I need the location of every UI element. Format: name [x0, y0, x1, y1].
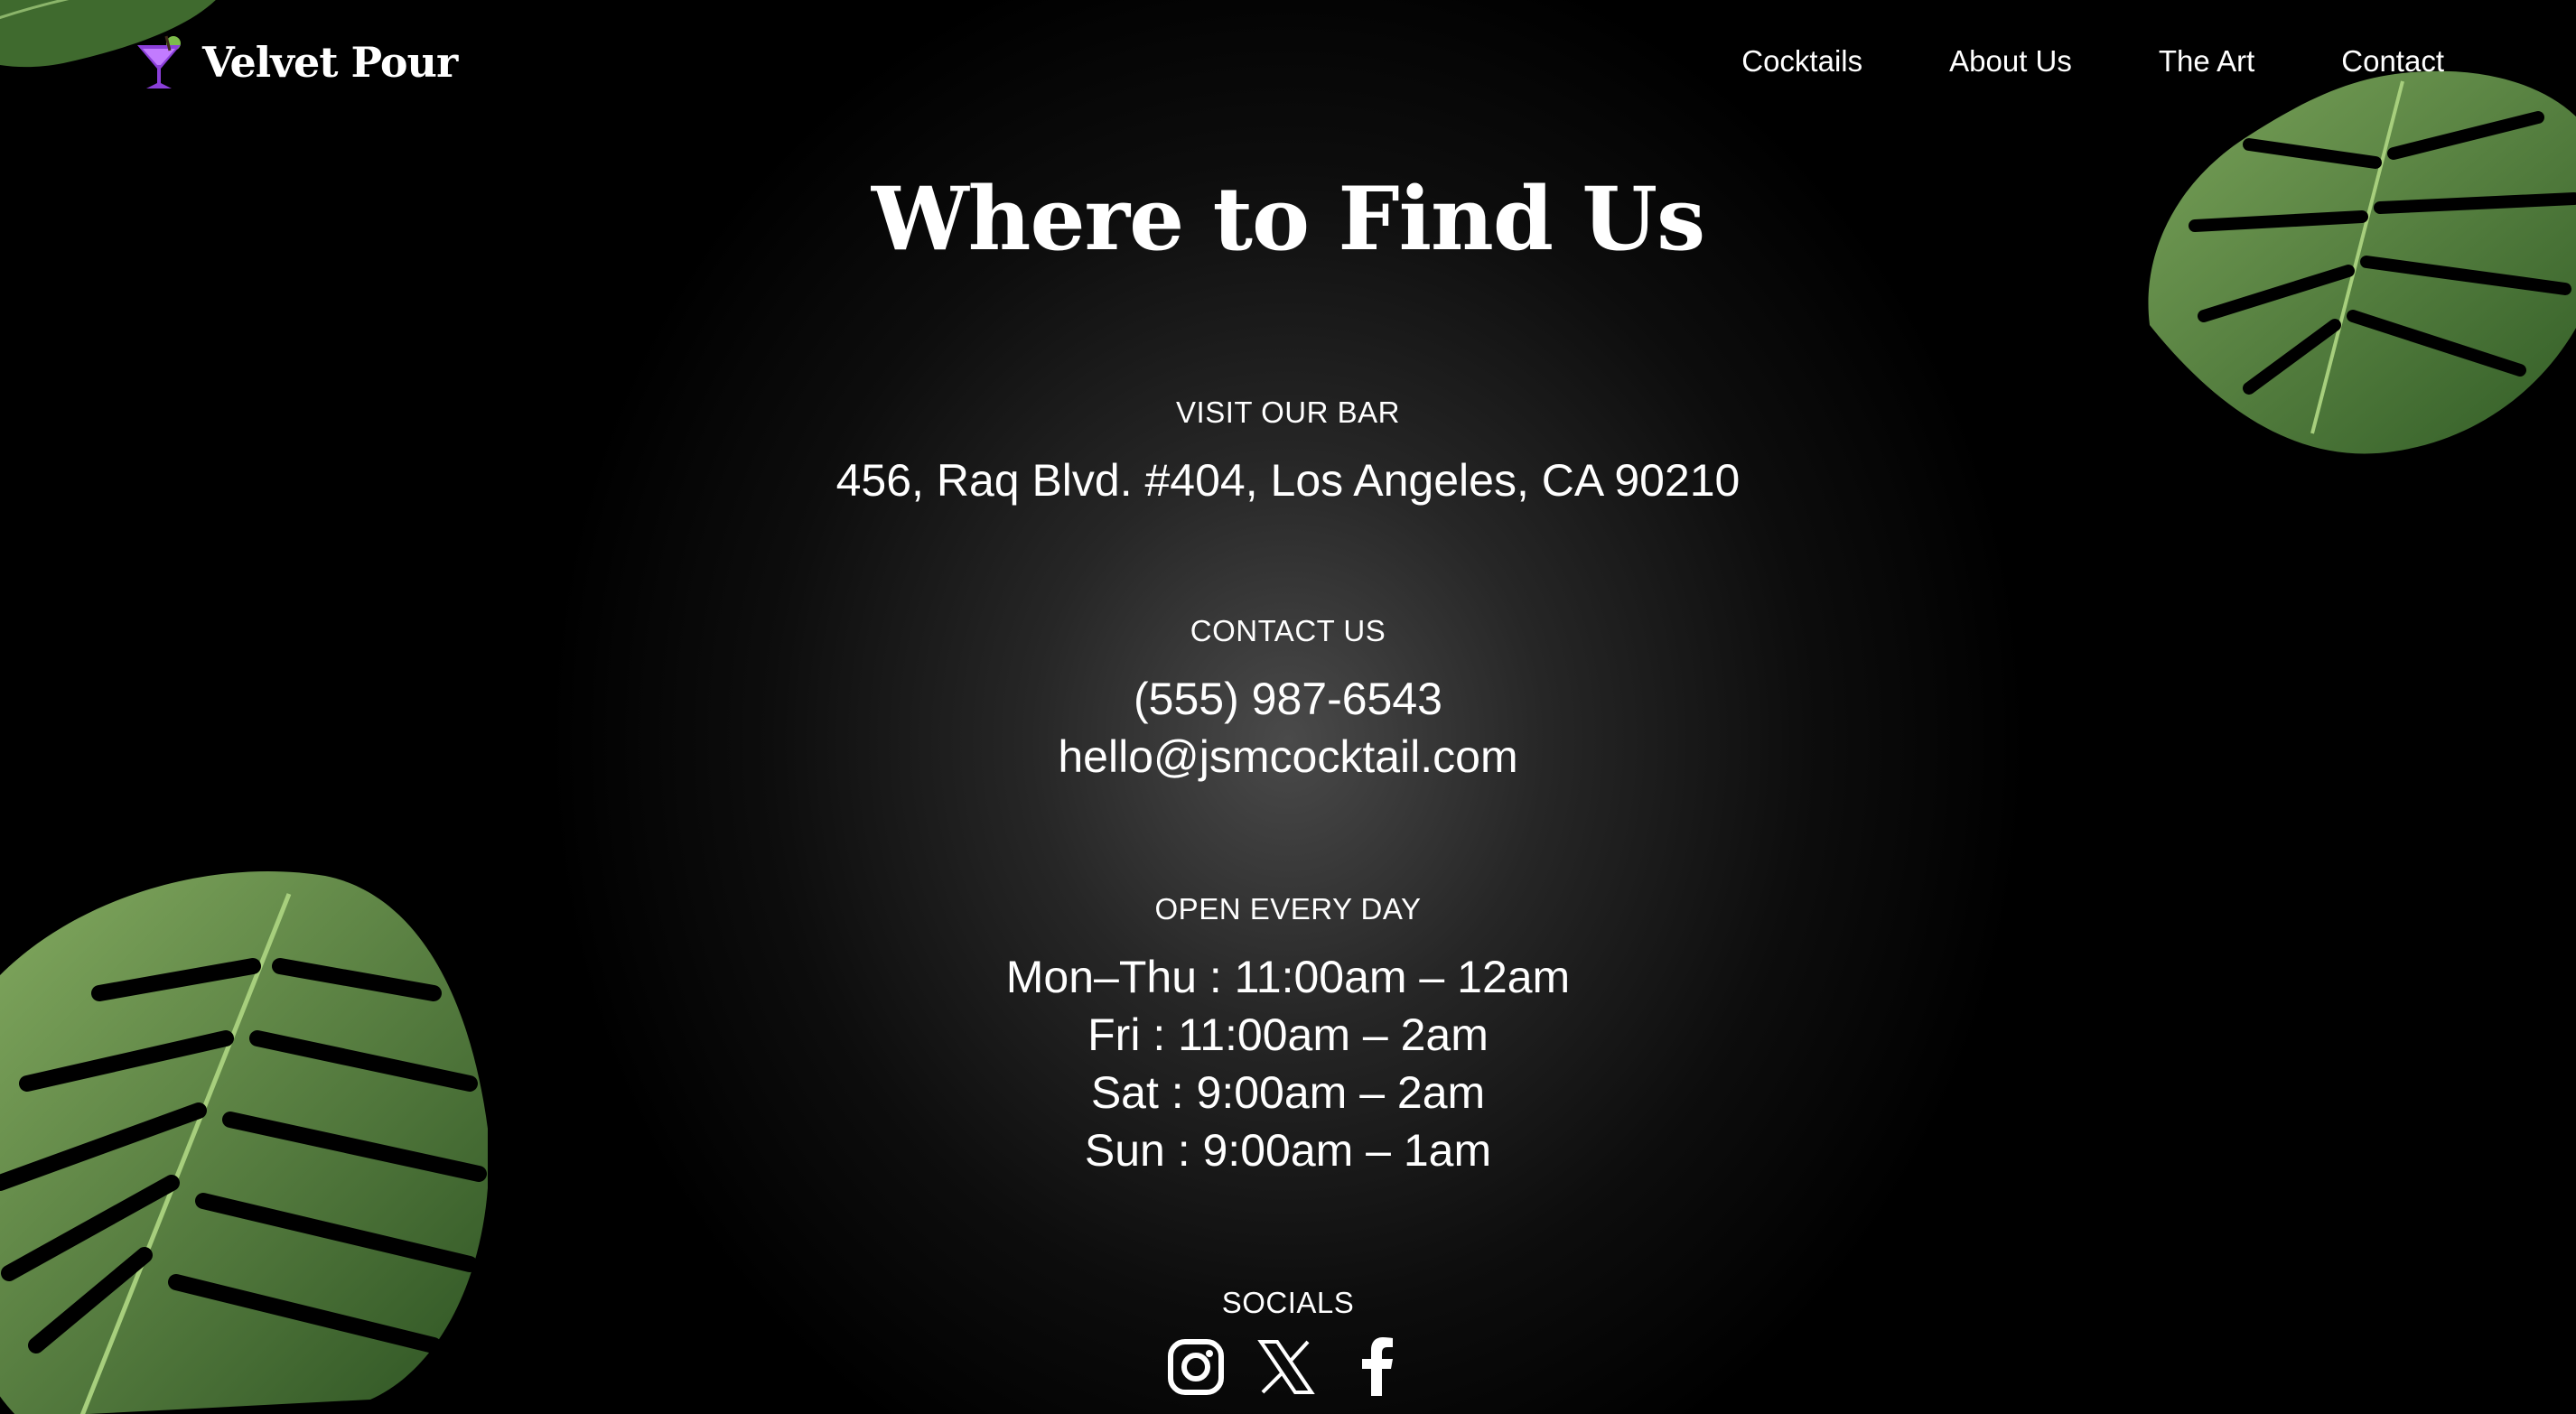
main-nav: Cocktails About Us The Art Contact [1741, 42, 2444, 81]
email-link[interactable]: hello@jsmcocktail.com [0, 728, 2576, 786]
nav-cocktails[interactable]: Cocktails [1741, 42, 1862, 81]
x-icon[interactable] [1257, 1336, 1315, 1398]
address-text: 456, Raq Blvd. #404, Los Angeles, CA 902… [835, 455, 1741, 506]
contact-label: CONTACT US [1190, 614, 1386, 647]
hours-line: Sat : 9:00am – 2am [1090, 1067, 1486, 1118]
brand-name: Velvet Pour [202, 38, 458, 87]
page-title: Where to Find Us [871, 168, 1705, 270]
nav-about-us[interactable]: About Us [1949, 42, 2072, 81]
instagram-icon[interactable] [1167, 1336, 1225, 1398]
facebook-icon[interactable] [1349, 1336, 1407, 1398]
social-links [1163, 1336, 1413, 1400]
brand-logo[interactable]: Velvet Pour [130, 33, 458, 92]
navbar: Velvet Pour Cocktails About Us The Art C… [0, 0, 2576, 123]
hours-line: Fri : 11:00am – 2am [1087, 1009, 1489, 1060]
hours-line: Sun : 9:00am – 1am [1084, 1125, 1492, 1176]
phone-link[interactable]: (555) 987-6543 [0, 670, 2576, 728]
nav-the-art[interactable]: The Art [2159, 42, 2254, 81]
page: Velvet Pour Cocktails About Us The Art C… [0, 0, 2576, 1414]
hours-line: Mon–Thu : 11:00am – 12am [1005, 952, 1571, 1002]
socials-label: SOCIALS [1221, 1286, 1355, 1319]
visit-label: VISIT OUR BAR [1176, 395, 1400, 429]
cocktail-glass-icon [137, 35, 181, 88]
nav-contact[interactable]: Contact [2341, 42, 2444, 81]
hours-label: OPEN EVERY DAY [1154, 892, 1422, 926]
